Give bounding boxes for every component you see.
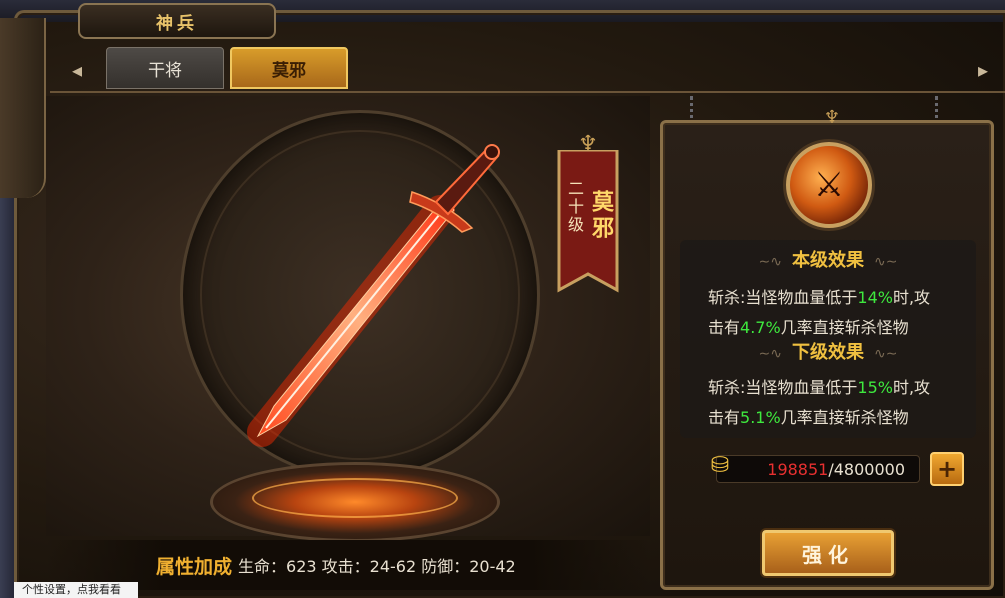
next-effect-line1: 斩杀:当怪物血量低于15%时,攻 xyxy=(708,378,931,397)
window-title-tab: 神兵 xyxy=(78,3,276,39)
window-title: 神兵 xyxy=(156,13,198,34)
dragon-ornament xyxy=(0,18,46,198)
cost-required: 4800000 xyxy=(833,459,905,479)
next-effect-title-text: 下级效果 xyxy=(792,342,864,363)
nav-left-arrow-icon[interactable]: ◂ xyxy=(60,50,94,90)
next-effect-title: ∼∿ 下级效果 ∿∼ xyxy=(680,338,976,364)
pedestal-glow xyxy=(252,478,458,518)
attribute-values: 生命：623 攻击：24-62 防御：20-42 xyxy=(238,557,516,576)
current-effect-line2: 击有4.7%几率直接斩杀怪物 xyxy=(708,318,909,337)
flourish-right-icon: ∿∼ xyxy=(874,346,898,362)
tab-moye[interactable]: 莫邪 xyxy=(230,47,348,89)
add-currency-button[interactable]: + xyxy=(930,452,964,486)
current-effect-line1: 斩杀:当怪物血量低于14%时,攻 xyxy=(708,288,931,307)
left-rail xyxy=(0,190,14,598)
next-effect-line2: 击有5.1%几率直接斩杀怪物 xyxy=(708,408,909,427)
tab-ganjiang[interactable]: 干将 xyxy=(106,47,224,89)
flourish-left-icon: ∼∿ xyxy=(758,254,782,270)
personal-settings-tooltip[interactable]: 个性设置，点我看看 xyxy=(14,582,138,598)
flourish-right-icon: ∿∼ xyxy=(874,254,898,270)
game-window: 神兵 ◂ ▸ 干将 莫邪 ♆ 二十级 莫邪 属性加成 生命：623 攻击：24-… xyxy=(0,0,1005,598)
attribute-title: 属性加成 xyxy=(156,555,233,578)
flourish-left-icon: ∼∿ xyxy=(758,346,782,362)
cost-current: 198851 xyxy=(767,459,829,479)
sword-icon xyxy=(247,144,500,447)
gold-ingot-icon: ⛁ xyxy=(710,452,730,478)
cost-display: 198851/4800000 xyxy=(716,455,920,483)
weapon-name: 莫邪 xyxy=(588,190,613,242)
upgrade-button[interactable]: 强化 xyxy=(762,530,894,576)
current-effect-title-text: 本级效果 xyxy=(792,250,864,271)
current-effect-title: ∼∿ 本级效果 ∿∼ xyxy=(680,246,976,272)
weapon-level: 二十级 xyxy=(565,180,584,234)
panel-crest-icon: ♆ xyxy=(823,106,841,128)
nav-right-arrow-icon[interactable]: ▸ xyxy=(966,50,1000,90)
slash-skill-icon: ⚔ xyxy=(786,142,872,228)
